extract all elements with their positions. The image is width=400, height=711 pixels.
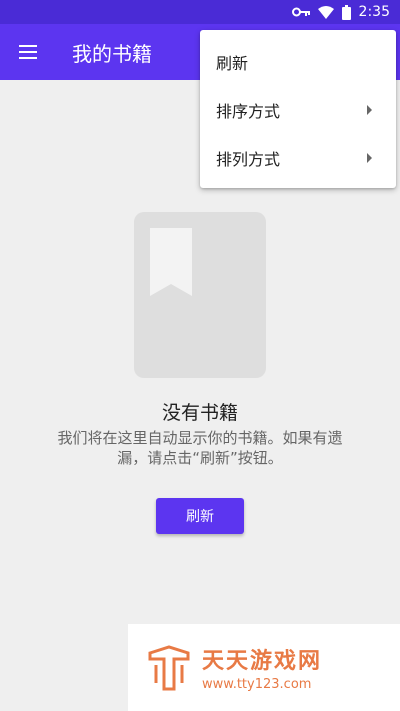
submenu-arrow-icon [367,105,372,115]
watermark-logo-icon [148,644,190,690]
empty-state-title: 没有书籍 [161,402,238,424]
refresh-button[interactable]: 刷新 [156,498,244,534]
menu-item-label: 排列方式 [216,150,281,169]
menu-item-layout[interactable]: 排列方式 [200,134,396,182]
status-time: 2:35 [358,4,390,20]
status-bar: 2:35 [0,0,400,24]
menu-item-refresh[interactable]: 刷新 [200,38,396,86]
watermark-name: 天天游戏网 [202,649,323,674]
menu-item-label: 刷新 [216,54,249,73]
book-bookmark-icon [134,212,266,378]
menu-item-sort-by[interactable]: 排序方式 [200,86,396,134]
empty-state-description: 我们将在这里自动显示你的书籍。如果有遗漏，请点击“刷新”按钮。 [57,429,343,467]
submenu-arrow-icon [367,153,372,163]
overflow-menu: 刷新 排序方式 排列方式 [200,30,396,188]
watermark: 天天游戏网 www.tty123.com [128,624,400,711]
wifi-icon [317,5,334,19]
hamburger-menu-button[interactable] [0,24,56,80]
watermark-url: www.tty123.com [202,677,312,692]
key-icon [291,7,310,17]
hamburger-icon [19,45,37,59]
menu-item-label: 排序方式 [216,102,281,121]
battery-icon [341,4,351,20]
page-title: 我的书籍 [72,41,152,66]
